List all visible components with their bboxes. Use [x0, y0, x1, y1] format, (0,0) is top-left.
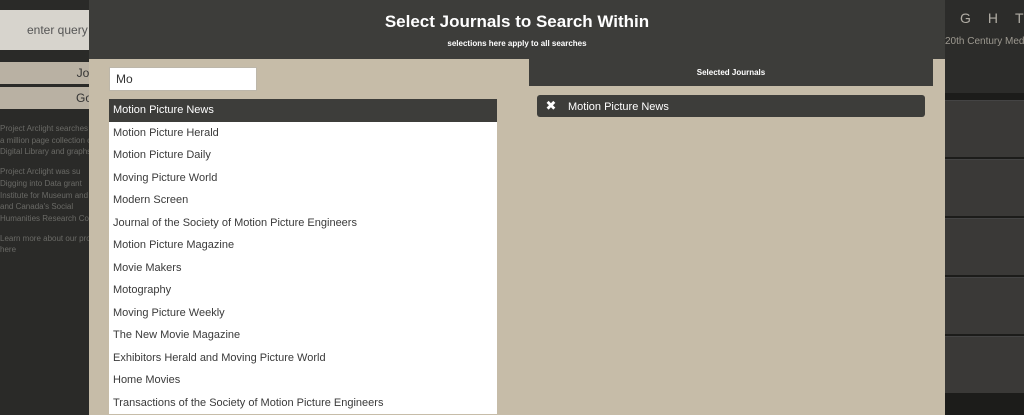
- journal-list-item[interactable]: The New Movie Magazine: [109, 324, 497, 347]
- background-journals-label: Journals: [76, 66, 89, 80]
- journal-select-modal: Select Journals to Search Within selecti…: [89, 0, 945, 415]
- background-logo: GHT: [960, 10, 1024, 26]
- background-tagline: 20th Century Media: [945, 36, 1024, 47]
- journal-list-item[interactable]: Motography: [109, 279, 497, 302]
- background-go-label: Go: [75, 91, 89, 105]
- background-result-panel: [945, 100, 1024, 157]
- journal-list-item[interactable]: Motion Picture News: [109, 99, 497, 122]
- about-line: and Canada's Social: [0, 202, 74, 212]
- journal-list-item[interactable]: Motion Picture Magazine: [109, 234, 497, 257]
- about-line[interactable]: here: [0, 244, 89, 256]
- background-result-panel: [945, 218, 1024, 275]
- about-line: Project Arclight was su: [0, 167, 81, 177]
- about-line: Humanities Research Cou: [0, 213, 89, 223]
- journal-list-item[interactable]: Exhibitors Herald and Moving Picture Wor…: [109, 347, 497, 370]
- about-line: Digital Library and graphs: [0, 147, 89, 157]
- background-search-input[interactable]: enter query: [0, 10, 89, 50]
- journal-list-item[interactable]: Motion Picture Daily: [109, 144, 497, 167]
- background-result-panel: [945, 277, 1024, 334]
- background-search-placeholder: enter query: [27, 23, 88, 37]
- journal-list-item[interactable]: Home Movies: [109, 369, 497, 392]
- journal-list-item[interactable]: Journal of the Society of Motion Picture…: [109, 212, 497, 235]
- journal-list-item[interactable]: Movie Makers: [109, 257, 497, 280]
- about-line: Digging into Data grant: [0, 178, 82, 188]
- modal-subtitle: selections here apply to all searches: [447, 39, 587, 48]
- journal-list-item[interactable]: Motion Picture Herald: [109, 122, 497, 145]
- modal-header: Select Journals to Search Within selecti…: [89, 0, 945, 59]
- selected-journal-chip: ✖ Motion Picture News: [537, 95, 925, 117]
- journal-filter-input[interactable]: [109, 67, 257, 91]
- selected-journal-label: Motion Picture News: [568, 101, 669, 113]
- selected-journals-header: Selected Journals: [529, 59, 933, 86]
- modal-title: Select Journals to Search Within: [384, 12, 650, 31]
- journal-list-item[interactable]: Modern Screen: [109, 189, 497, 212]
- background-go-button[interactable]: Go: [0, 87, 89, 109]
- background-result-panels: [945, 100, 1024, 395]
- selected-journals-panel: Selected Journals ✖ Motion Picture News: [529, 59, 933, 117]
- journal-list-item[interactable]: Moving Picture Weekly: [109, 302, 497, 325]
- about-line: Project Arclight searches: [0, 124, 89, 133]
- about-line: a million page collection of the: [0, 135, 89, 145]
- about-line: Institute for Museum and L: [0, 190, 89, 200]
- background-about-text: Project Arclight searches a million page…: [0, 123, 89, 256]
- background-journals-button[interactable]: Journals: [0, 62, 89, 84]
- close-icon[interactable]: ✖: [543, 95, 559, 117]
- about-line[interactable]: Learn more about our proj: [0, 233, 89, 245]
- journal-list-item[interactable]: Moving Picture World: [109, 167, 497, 190]
- journal-list-item[interactable]: Transactions of the Society of Motion Pi…: [109, 392, 497, 415]
- background-result-panel: [945, 159, 1024, 216]
- journal-list: Motion Picture News Motion Picture Herald…: [109, 99, 497, 414]
- background-result-panel: [945, 336, 1024, 393]
